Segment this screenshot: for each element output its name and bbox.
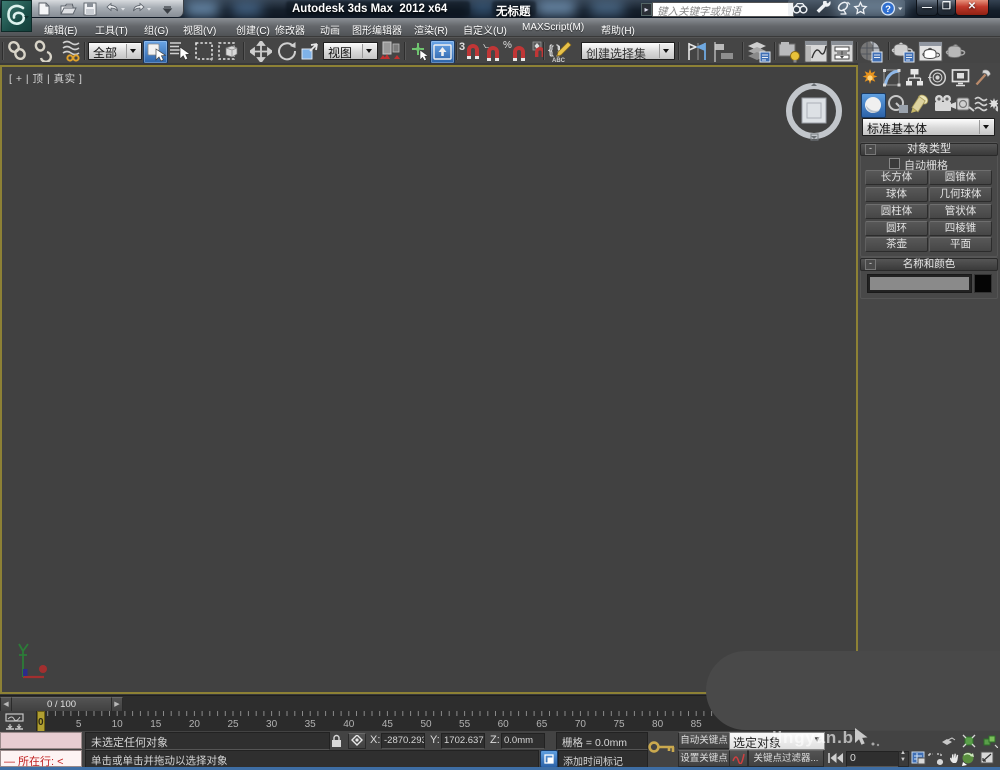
svg-text:75: 75: [613, 719, 625, 730]
svg-text:65: 65: [536, 719, 548, 730]
svg-text:30: 30: [266, 719, 278, 730]
svg-text:55: 55: [459, 719, 471, 730]
svg-text:5: 5: [76, 719, 82, 730]
svg-text:60: 60: [498, 719, 510, 730]
svg-text:10: 10: [112, 719, 124, 730]
svg-text:80: 80: [652, 719, 664, 730]
svg-text:20: 20: [189, 719, 201, 730]
svg-text:45: 45: [382, 719, 394, 730]
svg-text:15: 15: [150, 719, 162, 730]
svg-text:35: 35: [305, 719, 317, 730]
svg-text:25: 25: [227, 719, 239, 730]
svg-text:50: 50: [420, 719, 432, 730]
svg-text:40: 40: [343, 719, 355, 730]
svg-text:70: 70: [575, 719, 587, 730]
svg-text:%: %: [503, 40, 512, 51]
svg-text:85: 85: [691, 719, 703, 730]
svg-text:3: 3: [459, 41, 465, 53]
svg-text:?: ?: [885, 4, 891, 15]
